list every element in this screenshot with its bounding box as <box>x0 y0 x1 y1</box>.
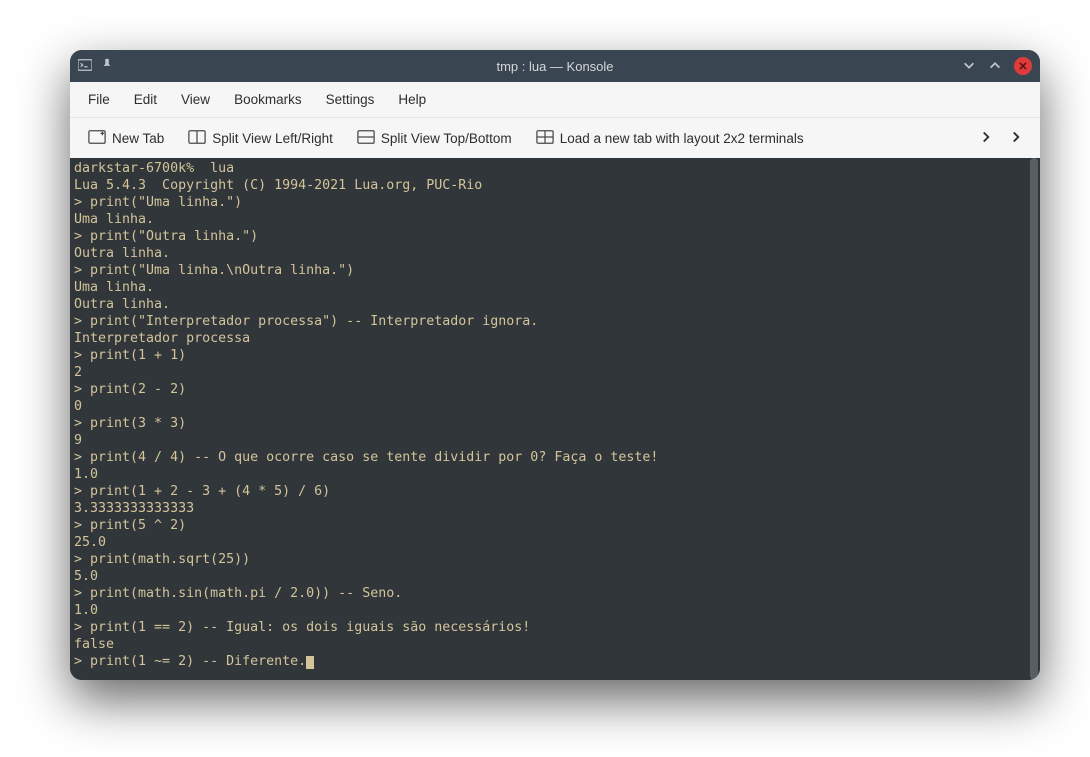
toolbar-nav <box>980 131 1032 146</box>
menu-bookmarks[interactable]: Bookmarks <box>224 86 312 113</box>
split-lr-button[interactable]: Split View Left/Right <box>178 123 343 154</box>
new-tab-label: New Tab <box>112 131 164 146</box>
titlebar-left <box>78 58 278 75</box>
terminal-output: darkstar-6700k% lua Lua 5.4.3 Copyright … <box>74 160 1036 670</box>
menu-file[interactable]: File <box>78 86 120 113</box>
new-tab-button[interactable]: New Tab <box>78 123 174 154</box>
layout-2x2-label: Load a new tab with layout 2x2 terminals <box>560 131 804 146</box>
terminal-prompt-icon <box>78 58 92 75</box>
layout-2x2-icon <box>536 129 554 148</box>
menu-help[interactable]: Help <box>388 86 436 113</box>
toolbar: New Tab Split View Left/Right Split View… <box>70 118 1040 158</box>
nav-right-1-icon[interactable] <box>980 131 992 146</box>
close-button[interactable] <box>1014 57 1032 75</box>
scroll-thumb[interactable] <box>1030 158 1038 680</box>
pin-icon[interactable] <box>100 58 114 75</box>
split-tb-button[interactable]: Split View Top/Bottom <box>347 123 522 154</box>
window-title: tmp : lua — Konsole <box>278 59 832 74</box>
menubar: File Edit View Bookmarks Settings Help <box>70 82 1040 118</box>
cursor <box>306 656 314 669</box>
layout-2x2-button[interactable]: Load a new tab with layout 2x2 terminals <box>526 123 814 154</box>
konsole-window: tmp : lua — Konsole File Edit View Bookm… <box>70 50 1040 680</box>
nav-right-2-icon[interactable] <box>1010 131 1022 146</box>
split-tb-icon <box>357 129 375 148</box>
maximize-button[interactable] <box>988 58 1002 75</box>
new-tab-icon <box>88 129 106 148</box>
split-lr-icon <box>188 129 206 148</box>
menu-edit[interactable]: Edit <box>124 86 167 113</box>
minimize-button[interactable] <box>962 58 976 75</box>
split-tb-label: Split View Top/Bottom <box>381 131 512 146</box>
split-lr-label: Split View Left/Right <box>212 131 333 146</box>
menu-settings[interactable]: Settings <box>316 86 385 113</box>
terminal[interactable]: darkstar-6700k% lua Lua 5.4.3 Copyright … <box>70 158 1040 680</box>
titlebar: tmp : lua — Konsole <box>70 50 1040 82</box>
titlebar-controls <box>832 57 1032 75</box>
menu-view[interactable]: View <box>171 86 220 113</box>
scrollbar[interactable] <box>1030 158 1038 680</box>
